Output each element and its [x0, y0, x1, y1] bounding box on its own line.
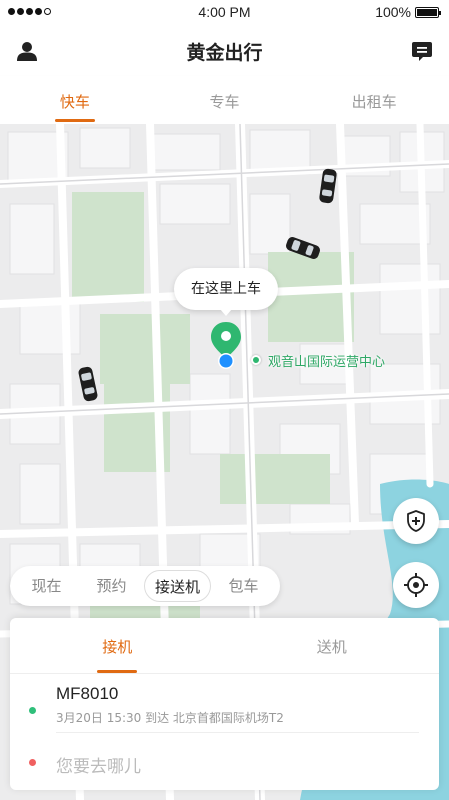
tab-taxi[interactable]: 出租车 [299, 76, 449, 124]
start-dot-icon [29, 707, 36, 714]
ride-type-tabs: 快车 专车 出租车 [0, 76, 449, 124]
app-header: 黄金出行 [0, 24, 449, 76]
battery-percent: 100% [375, 4, 411, 20]
service-charter[interactable]: 包车 [211, 570, 276, 602]
poi-marker-icon [251, 355, 261, 365]
airport-transfer-card: 接机 送机 MF8010 3月20日 15:30 到达 北京首都国际机场T2 您… [10, 618, 439, 790]
battery-icon [415, 7, 441, 18]
airport-transfer-tabs: 接机 送机 [10, 618, 439, 674]
service-now[interactable]: 现在 [14, 570, 79, 602]
tab-dropoff-to-airport[interactable]: 送机 [225, 618, 440, 673]
tab-premier[interactable]: 专车 [150, 76, 300, 124]
flight-number: MF8010 [56, 684, 119, 703]
pickup-pin-icon [211, 322, 241, 369]
status-bar: 4:00 PM 100% [0, 0, 449, 24]
row-divider [56, 732, 419, 733]
crosshair-icon [404, 573, 428, 597]
flight-arrival-info: 3月20日 15:30 到达 北京首都国际机场T2 [56, 711, 284, 725]
tab-express[interactable]: 快车 [0, 76, 150, 124]
service-airport-transfer[interactable]: 接送机 [144, 570, 211, 602]
end-dot-icon [29, 759, 36, 766]
app-title: 黄金出行 [186, 42, 263, 64]
poi-label[interactable]: 观音山国际运营中心 [268, 351, 385, 370]
destination-input[interactable]: 您要去哪儿 [56, 752, 141, 777]
locate-me-button[interactable] [393, 562, 439, 608]
message-icon[interactable] [411, 40, 433, 62]
pickup-here-bubble[interactable]: 在这里上车 [174, 268, 278, 316]
destination-row[interactable]: 您要去哪儿 [10, 752, 439, 778]
flight-row[interactable]: MF8010 3月20日 15:30 到达 北京首都国际机场T2 [10, 684, 439, 730]
service-reserve[interactable]: 预约 [79, 570, 144, 602]
safety-shield-button[interactable] [393, 498, 439, 544]
service-type-selector: 现在 预约 接送机 包车 [10, 566, 280, 606]
shield-plus-icon [407, 510, 425, 532]
tab-pickup-from-airport[interactable]: 接机 [10, 618, 225, 673]
